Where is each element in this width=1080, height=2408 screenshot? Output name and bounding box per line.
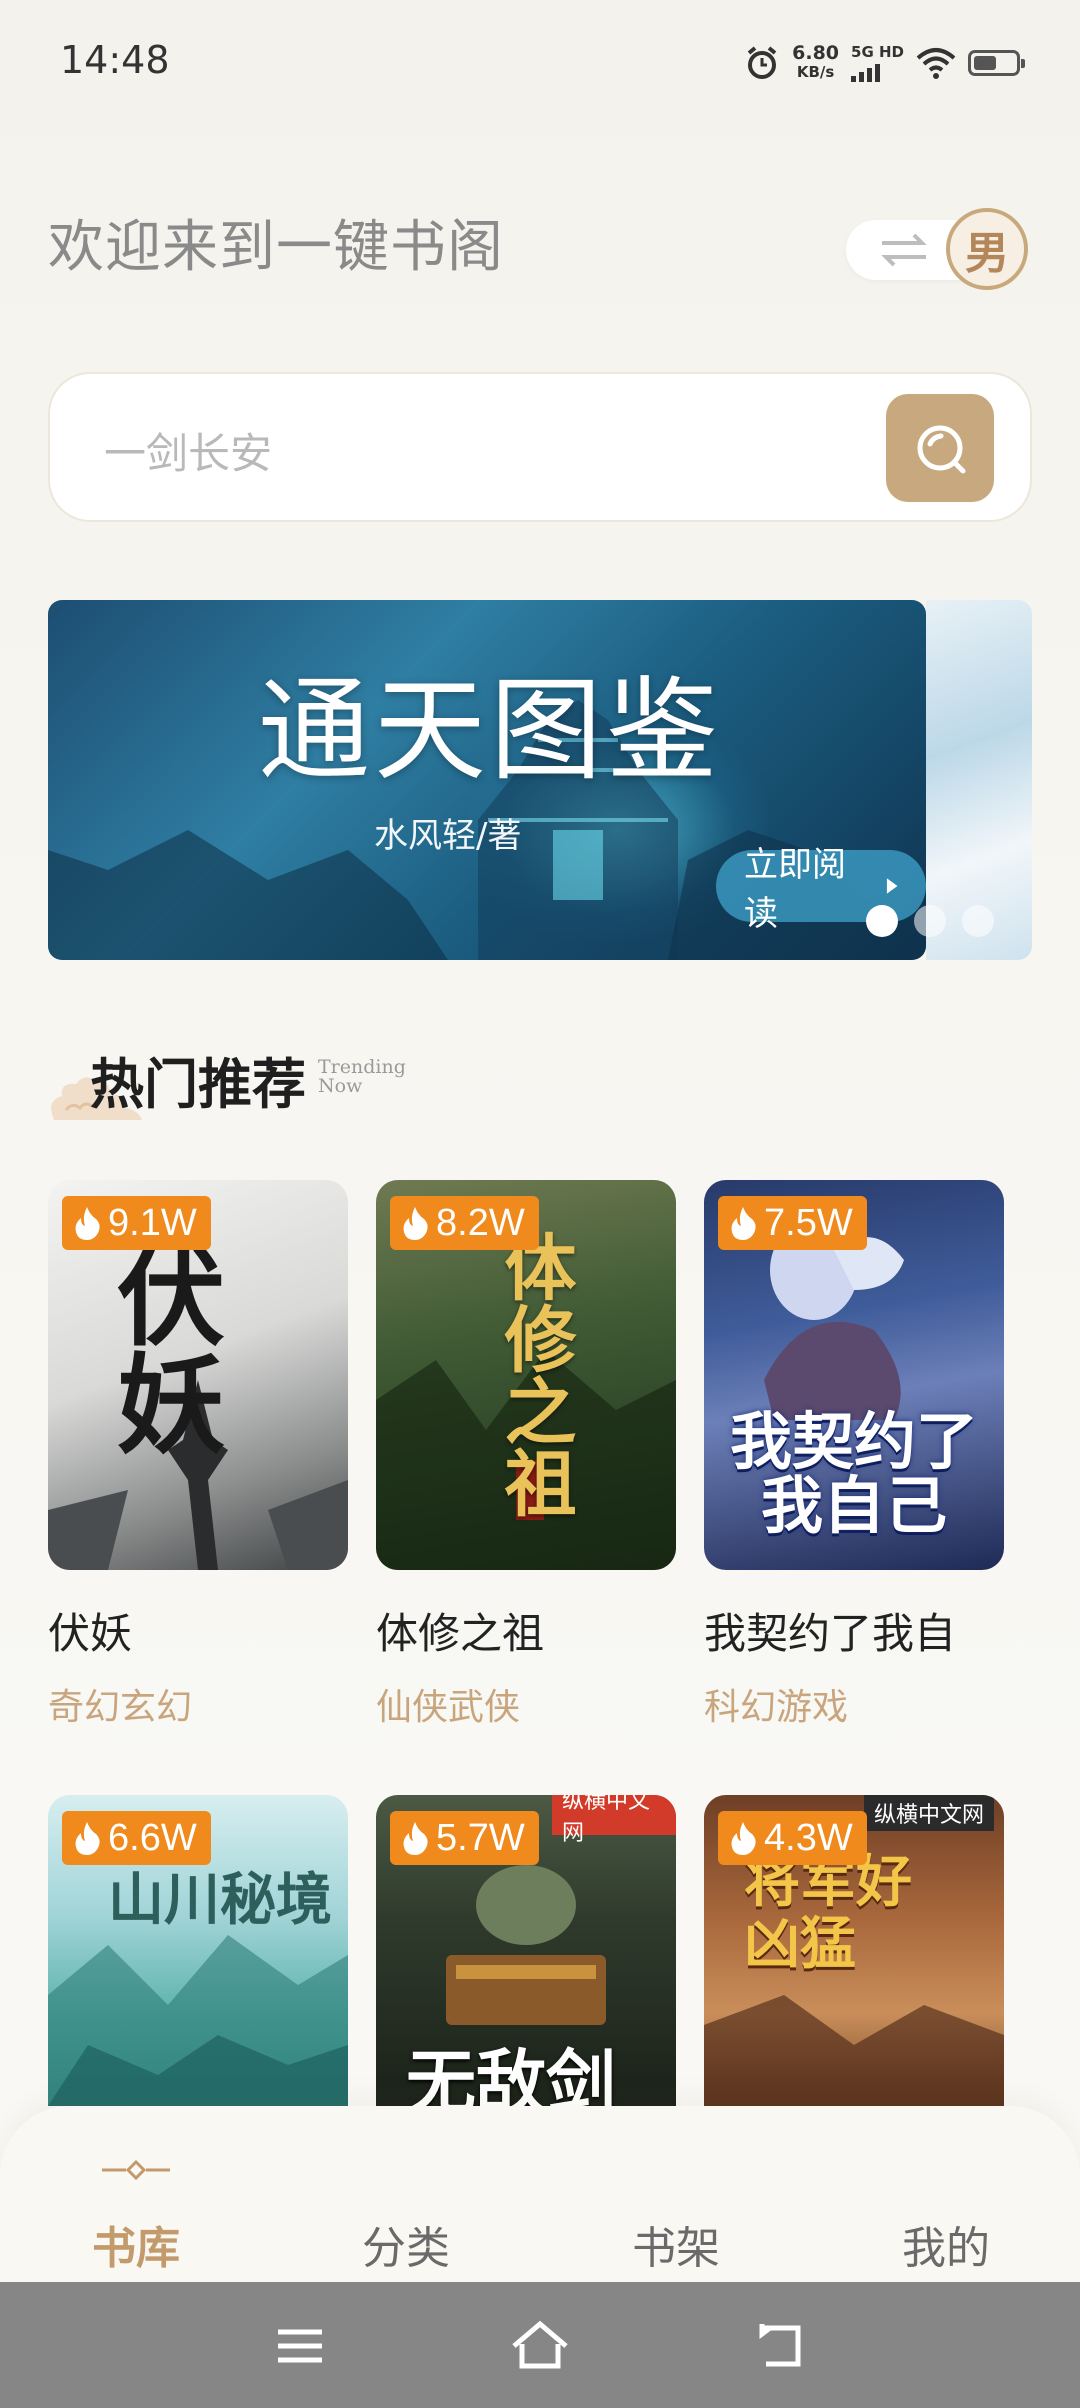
- book-cover[interactable]: 将军好凶猛 纵横中文网 4.3W: [704, 1795, 1004, 2106]
- flame-icon: [403, 1207, 428, 1240]
- publisher-logo: 纵横中文网: [552, 1795, 676, 1846]
- carousel-dot: [914, 905, 946, 937]
- status-time: 14:48: [60, 38, 170, 82]
- system-nav-bar: [0, 2282, 1080, 2408]
- swap-icon: [881, 233, 927, 267]
- tab-profile[interactable]: 我的: [866, 2212, 1026, 2276]
- flame-icon: [75, 1822, 100, 1855]
- heat-badge: 6.6W: [62, 1811, 211, 1865]
- banner-carousel[interactable]: 通天图鉴 水风轻/著 立即阅读: [48, 600, 926, 960]
- book-title[interactable]: 我契约了我自: [704, 1600, 1004, 1661]
- heat-badge: 8.2W: [390, 1196, 539, 1250]
- flame-icon: [75, 1207, 100, 1240]
- carousel-indicator: [866, 905, 994, 937]
- cover-title: 山川秘境: [108, 1867, 332, 1933]
- section-title: 热门推荐: [90, 1052, 306, 1116]
- alarm-icon: [747, 46, 777, 79]
- tab-bookstore[interactable]: 书库: [56, 2212, 216, 2276]
- flame-icon: [731, 1207, 756, 1240]
- menu-icon[interactable]: [268, 2314, 332, 2378]
- bottom-tab-bar: 书库 分类 书架 我的: [0, 2106, 1080, 2282]
- cell-signal: 5G HD: [851, 44, 904, 82]
- section-header: 热门推荐 Trending Now: [46, 1036, 546, 1126]
- welcome-title: 欢迎来到一键书阁: [48, 215, 504, 280]
- cover-title: 伏妖: [99, 1240, 225, 1456]
- cover-title: 我契约了我自己: [729, 1405, 978, 1542]
- wifi-icon: [916, 48, 956, 79]
- cover-title: 将军好凶猛: [744, 1849, 912, 1977]
- home-icon[interactable]: [508, 2314, 572, 2378]
- back-icon[interactable]: [748, 2314, 812, 2378]
- publisher-logo: 纵横中文网: [864, 1795, 995, 1831]
- signal-bars-icon: [851, 62, 904, 82]
- play-arrow-icon: [886, 878, 898, 894]
- book-cover[interactable]: 山川秘境 6.6W: [48, 1795, 348, 2106]
- book-cover[interactable]: 无敌剑尊 纵横中文网 5.7W: [376, 1795, 676, 2106]
- cover-title: 体修之祖: [492, 1230, 577, 1518]
- gender-switch[interactable]: 男: [846, 208, 1028, 292]
- search-input[interactable]: 一剑长安: [104, 420, 272, 481]
- carousel-dot: [866, 905, 898, 937]
- status-icons: 6.80 KB/s 5G HD: [744, 38, 1025, 88]
- heat-badge: 5.7W: [390, 1811, 539, 1865]
- book-category: 奇幻玄幻: [48, 1687, 193, 1728]
- flame-icon: [731, 1822, 756, 1855]
- search-button[interactable]: [886, 394, 994, 502]
- heat-badge: 7.5W: [718, 1196, 867, 1250]
- battery-icon: [968, 50, 1025, 76]
- banner-title: 通天图鉴: [258, 666, 722, 796]
- status-bar: 14:48 6.80 KB/s 5G HD: [0, 0, 1080, 120]
- book-cover[interactable]: 我契约了我自己 7.5W: [704, 1180, 1004, 1570]
- section-subtitle: Trending Now: [318, 1056, 406, 1097]
- tab-category[interactable]: 分类: [326, 2212, 486, 2276]
- carousel-dot: [962, 905, 994, 937]
- search-bar[interactable]: 一剑长安: [48, 372, 1032, 522]
- flame-icon: [403, 1822, 428, 1855]
- banner-author: 水风轻/著: [374, 816, 522, 856]
- book-category: 科幻游戏: [704, 1687, 849, 1728]
- heat-badge: 9.1W: [62, 1196, 211, 1250]
- book-title[interactable]: 伏妖: [48, 1600, 348, 1661]
- book-category: 仙侠武侠: [376, 1687, 521, 1728]
- cover-title: 无敌剑尊: [406, 2041, 616, 2106]
- book-title[interactable]: 体修之祖: [376, 1600, 676, 1661]
- heat-badge: 4.3W: [718, 1811, 867, 1865]
- gender-badge[interactable]: 男: [946, 208, 1028, 290]
- active-tab-ornament-icon: [102, 2159, 170, 2181]
- book-cover[interactable]: 体修之祖 8.2W: [376, 1180, 676, 1570]
- net-speed: 6.80 KB/s: [792, 42, 840, 82]
- book-cover[interactable]: 伏妖 9.1W: [48, 1180, 348, 1570]
- tab-bookshelf[interactable]: 书架: [596, 2212, 756, 2276]
- search-icon: [917, 425, 966, 474]
